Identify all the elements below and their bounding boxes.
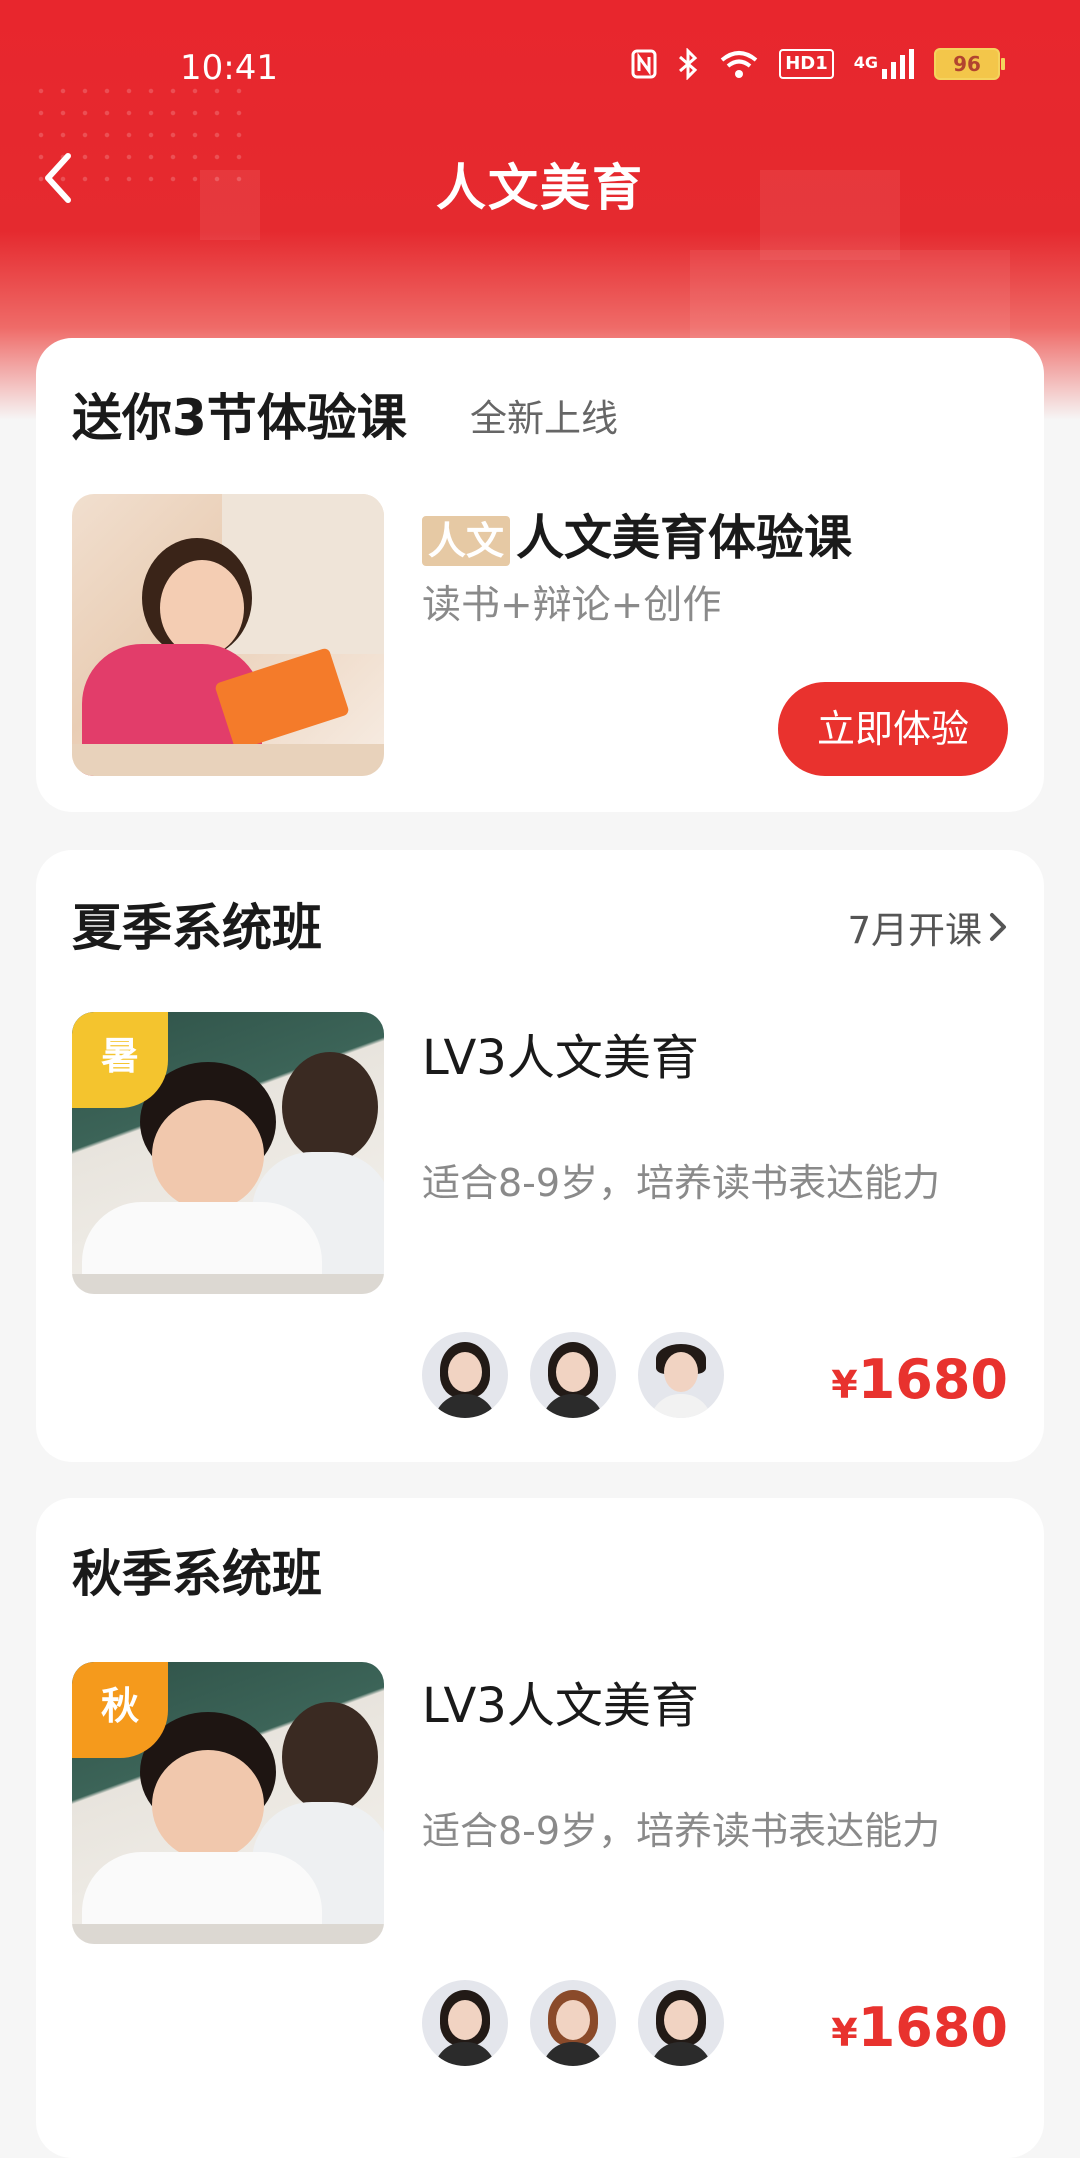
autumn-course-description: 适合8-9岁，培养读书表达能力 [422,1809,941,1853]
summer-price: ¥1680 [831,1348,1008,1411]
thumbnail-desk [72,1274,384,1294]
signal-bars-icon [882,49,914,79]
thumbnail-hair-background-child [282,1052,378,1162]
try-now-button[interactable]: 立即体验 [778,682,1008,776]
summer-class-card: 夏季系统班 7月开课 暑 LV3人文美育 适合8-9岁，培养读书表达能力 ¥16… [36,850,1044,1462]
autumn-price: ¥1680 [831,1996,1008,2059]
autumn-course-thumbnail[interactable]: 秋 [72,1662,384,1944]
thumbnail-face [160,560,244,656]
avatar [422,1980,508,2066]
thumbnail-face [152,1750,264,1860]
trial-course-description: 读书+辩论+创作 [422,583,722,628]
avatar [638,1980,724,2066]
summer-start-label: 7月开课 [847,909,982,952]
trial-course-title-row: 人文 人文美育体验课 [422,498,852,568]
summer-teacher-avatars [422,1332,724,1418]
summer-course-thumbnail[interactable]: 暑 [72,1012,384,1294]
currency-symbol: ¥ [831,1363,858,1407]
avatar [530,1332,616,1418]
autumn-card-title: 秋季系统班 [72,1545,322,1603]
hd-indicator: HD1 [779,49,834,79]
thumbnail-hair-background-child [282,1702,378,1812]
bluetooth-icon [679,48,698,80]
trial-course-card: 送你3节体验课 全新上线 人文 人文美育体验课 读书+辩论+创作 立即体验 [36,338,1044,812]
thumbnail-face [152,1100,264,1210]
chevron-right-icon [990,913,1006,941]
network-type-label: 4G [853,53,878,72]
thumbnail-table [72,744,384,776]
autumn-teacher-avatars [422,1980,724,2066]
trial-card-subtitle: 全新上线 [470,397,618,440]
summer-card-title: 夏季系统班 [72,899,322,957]
status-bar: 10:41 HD1 4G 96 [0,0,1080,140]
currency-symbol: ¥ [831,2011,858,2055]
summer-start-link[interactable]: 7月开课 [847,900,1008,954]
trial-card-title: 送你3节体验课 [72,389,407,447]
cellular-signal: 4G [854,49,914,79]
status-time: 10:41 [180,48,278,88]
autumn-class-card: 秋季系统班 秋 LV3人文美育 适合8-9岁，培养读书表达能力 ¥1680 [36,1498,1044,2158]
decoration-block [690,250,1010,340]
autumn-badge: 秋 [72,1662,168,1758]
autumn-price-value: 1680 [857,1996,1008,2059]
battery-icon: 96 [934,48,1005,80]
nfc-icon [631,49,657,79]
summer-course-description: 适合8-9岁，培养读书表达能力 [422,1161,941,1205]
thumbnail-desk [72,1924,384,1944]
avatar [530,1980,616,2066]
page-title: 人文美育 [436,159,644,217]
summer-badge: 暑 [72,1012,168,1108]
avatar [638,1332,724,1418]
course-category-tag: 人文 [422,516,511,566]
trial-course-title: 人文美育体验课 [516,510,853,566]
trial-course-thumbnail[interactable] [72,494,384,776]
autumn-course-title: LV3人文美育 [422,1678,699,1734]
avatar [422,1332,508,1418]
wifi-icon [720,51,758,78]
status-icons: HD1 4G 96 [631,48,1005,80]
summer-price-value: 1680 [857,1348,1008,1411]
summer-course-title: LV3人文美育 [422,1030,699,1086]
